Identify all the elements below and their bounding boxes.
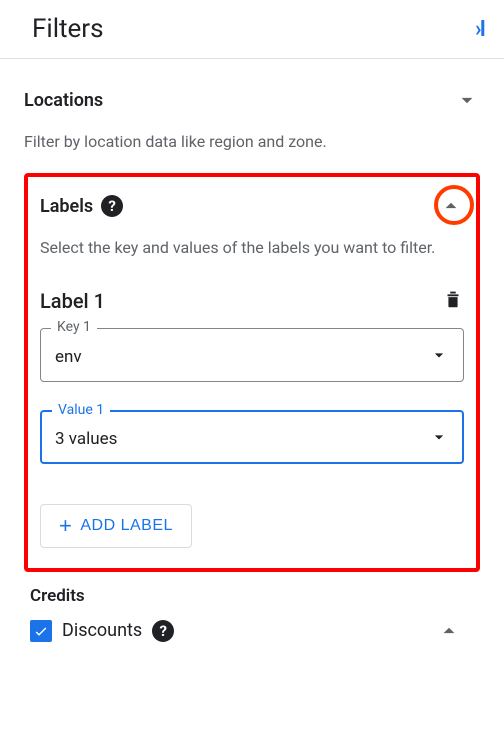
label-item-title: Label 1 bbox=[40, 289, 105, 313]
labels-section-header[interactable]: Labels ? bbox=[40, 193, 464, 229]
help-icon[interactable]: ? bbox=[101, 195, 123, 217]
discounts-row: Discounts ? bbox=[30, 618, 480, 644]
delete-icon[interactable] bbox=[442, 288, 464, 314]
help-icon[interactable]: ? bbox=[152, 620, 174, 642]
page-title: Filters bbox=[32, 14, 104, 44]
chevron-up-icon[interactable] bbox=[436, 618, 462, 644]
key-select[interactable]: Key 1 env bbox=[40, 328, 464, 382]
dropdown-arrow-icon bbox=[429, 345, 449, 369]
dropdown-arrow-icon bbox=[429, 427, 449, 451]
value-legend: Value 1 bbox=[52, 402, 110, 418]
credits-title: Credits bbox=[30, 586, 85, 606]
filters-header: Filters ›I bbox=[0, 0, 504, 59]
plus-icon: + bbox=[59, 515, 72, 537]
labels-section-highlight: Labels ? Select the key and values of th… bbox=[24, 173, 480, 571]
labels-title: Labels ? bbox=[40, 195, 123, 217]
locations-title: Locations bbox=[24, 90, 103, 111]
key-legend: Key 1 bbox=[51, 319, 97, 335]
labels-description: Select the key and values of the labels … bbox=[40, 237, 464, 259]
chevron-up-icon[interactable] bbox=[438, 193, 464, 219]
panel-collapse-icon[interactable]: ›I bbox=[475, 17, 484, 42]
credits-section: Credits Discounts ? bbox=[30, 586, 480, 644]
labels-title-text: Labels bbox=[40, 196, 93, 217]
value-select[interactable]: Value 1 3 values bbox=[40, 410, 464, 464]
label-item-header: Label 1 bbox=[40, 288, 464, 314]
key-value: env bbox=[55, 347, 82, 367]
add-label-button[interactable]: + ADD LABEL bbox=[40, 504, 192, 548]
value-value: 3 values bbox=[55, 429, 117, 449]
add-label-text: ADD LABEL bbox=[80, 517, 173, 535]
discounts-checkbox[interactable] bbox=[30, 620, 52, 642]
locations-section-header[interactable]: Locations bbox=[24, 77, 480, 123]
chevron-down-icon[interactable] bbox=[454, 87, 480, 113]
locations-description: Filter by location data like region and … bbox=[24, 131, 480, 153]
discounts-label: Discounts bbox=[62, 620, 142, 641]
